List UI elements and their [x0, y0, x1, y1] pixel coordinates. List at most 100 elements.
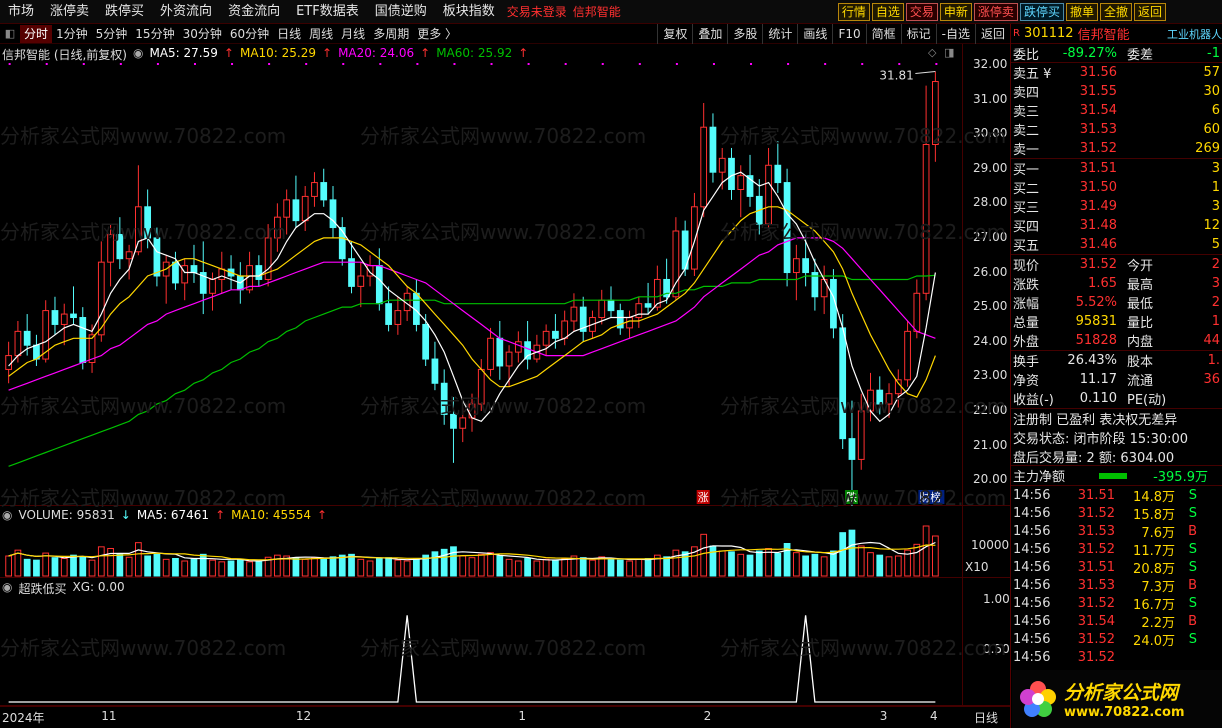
volume-bar — [607, 558, 615, 577]
tool-button-0[interactable]: 复权 — [657, 24, 692, 44]
candle — [218, 251, 226, 294]
indicator-axis: 1.00 0.50 — [962, 578, 1010, 705]
period-tab-5[interactable]: 60分钟 — [226, 25, 273, 43]
menu-sector-index[interactable]: 板块指数 — [435, 0, 503, 24]
asks-label: 卖一 — [1013, 143, 1040, 158]
login-status[interactable]: 交易未登录 — [507, 3, 567, 20]
period-label[interactable]: 日线 — [974, 709, 998, 726]
volume-bar — [357, 558, 365, 577]
bids-row[interactable]: 买五 31.46 5 — [1011, 235, 1222, 254]
ma60-line — [8, 274, 936, 467]
menu-etf-table[interactable]: ETF数据表 — [288, 0, 367, 24]
menu-reverse-repo[interactable]: 国债逆购 — [367, 0, 435, 24]
candle — [514, 331, 522, 363]
volume-bar — [561, 558, 569, 577]
volume-bar — [922, 525, 930, 577]
top-button-5[interactable]: 跌停买 — [1019, 3, 1064, 21]
tick-volume: 2.2万 — [1141, 615, 1175, 631]
candle — [153, 227, 161, 287]
period-tab-4[interactable]: 30分钟 — [179, 25, 226, 43]
tool-button-7[interactable]: 标记 — [900, 24, 936, 44]
panel-settings-icon[interactable]: ◉ — [2, 508, 12, 522]
indicator-panel[interactable]: ◉ 超跌低买 XG: 0.00 1.00 0.50 — [0, 578, 1010, 706]
stock-category[interactable]: 工业机器人 — [1167, 26, 1222, 42]
stats-label2: 最低 — [1127, 297, 1154, 312]
period-tab-8[interactable]: 月线 — [337, 25, 369, 43]
period-tab-3[interactable]: 15分钟 — [131, 25, 178, 43]
top-button-0[interactable]: 行情 — [837, 3, 870, 21]
menu-foreign-flow[interactable]: 外资流向 — [152, 0, 220, 24]
candle — [728, 147, 735, 200]
volume-bar — [218, 561, 226, 577]
volume-bar — [440, 548, 448, 577]
period-tab-0[interactable]: 分时 — [20, 24, 53, 43]
menu-limit-down-buy[interactable]: 跌停买 — [97, 0, 152, 24]
tool-button-6[interactable]: 简框 — [865, 24, 901, 44]
volume-legend: ◉ VOLUME: 95831 ↓ MA5: 67461 ↑ MA10: 45554… — [2, 508, 327, 522]
asks-row[interactable]: 卖三 31.54 6 — [1011, 101, 1222, 120]
period-tab-1[interactable]: 1分钟 — [52, 25, 92, 43]
signal-dot — [119, 63, 122, 65]
period-tab-9[interactable]: 多周期 — [369, 25, 413, 43]
candle — [755, 179, 763, 235]
settings-icon[interactable]: ◉ — [133, 46, 143, 63]
asks-row[interactable]: 卖二 31.53 60 — [1011, 120, 1222, 139]
volume-bar — [209, 559, 216, 577]
menu-market[interactable]: 市场 — [0, 0, 42, 24]
tick-list: 14:56 31.51 14.8万 S 14:56 31.52 15.8万 S 14:56 31.… — [1011, 486, 1222, 666]
indicator-settings-icon[interactable]: ◉ — [2, 580, 12, 597]
tick-price: 31.52 — [1077, 649, 1115, 665]
indicator-chart[interactable] — [0, 578, 1010, 706]
period-tab-6[interactable]: 日线 — [273, 25, 305, 43]
diamond-icon[interactable]: ◇ — [928, 46, 937, 59]
bids-row[interactable]: 买三 31.49 3 — [1011, 197, 1222, 216]
tool-button-2[interactable]: 多股 — [727, 24, 762, 44]
volume-panel[interactable]: ◉ VOLUME: 95831 ↓ MA5: 67461 ↑ MA10: 45554… — [0, 506, 1010, 578]
period-tab-2[interactable]: 5分钟 — [92, 25, 132, 43]
top-button-1[interactable]: 自选 — [871, 3, 904, 21]
asks-row[interactable]: 卖四 31.55 30 — [1011, 82, 1222, 101]
top-button-4[interactable]: 涨停卖 — [973, 3, 1018, 21]
top-button-2[interactable]: 交易 — [905, 3, 938, 21]
candle — [496, 320, 504, 380]
menu-limit-up-sell[interactable]: 涨停卖 — [42, 0, 97, 24]
period-tab-10[interactable]: 更多 〉 — [413, 25, 461, 43]
kline-chart[interactable]: 31.81←18.60涨跌财榜◇◨ — [0, 44, 1010, 506]
layout-icon[interactable]: ◧ — [0, 27, 20, 40]
volume-bar — [348, 553, 355, 577]
tick-direction: S — [1188, 559, 1197, 575]
bids-row[interactable]: 买一 31.51 3 — [1011, 159, 1222, 178]
menu-capital-flow[interactable]: 资金流向 — [220, 0, 288, 24]
top-button-6[interactable]: 撤单 — [1065, 3, 1098, 21]
tool-button-9[interactable]: 返回 — [974, 24, 1010, 44]
period-toolbar: ◧ 分时 1分钟 5分钟 15分钟 30分钟 60分钟 日线 周线 月线 多周期 更多 〉 复权 叠加… — [0, 24, 1010, 44]
candle — [700, 102, 708, 218]
top-button-8[interactable]: 返回 — [1133, 3, 1166, 21]
top-button-7[interactable]: 全撤 — [1099, 3, 1132, 21]
stats-label2: 内盘 — [1127, 335, 1154, 350]
tick-volume: 24.0万 — [1133, 633, 1175, 649]
volume-bar — [97, 546, 105, 577]
tool-button-5[interactable]: F10 — [832, 24, 865, 44]
trading-app: 市场 涨停卖 跌停买 外资流向 资金流向 ETF数据表 国债逆购 板块指数 交易… — [0, 0, 1222, 728]
tool-button-8[interactable]: -自选 — [935, 24, 975, 44]
volume-bar — [116, 553, 124, 577]
asks-row[interactable]: 卖一 31.52 269 — [1011, 139, 1222, 158]
tool-button-3[interactable]: 统计 — [762, 24, 797, 44]
tool-button-4[interactable]: 画线 — [797, 24, 832, 44]
volume-bar — [255, 560, 263, 577]
bids-row[interactable]: 买二 31.50 1 — [1011, 178, 1222, 197]
bids-row[interactable]: 买四 31.48 12 — [1011, 216, 1222, 235]
bids-price: 31.51 — [1079, 161, 1117, 176]
kline-legend: 信邦智能 (日线,前复权) ◉ MA5: 27.59 ↑ MA10: 25.29 ↑… — [2, 46, 528, 63]
kline-panel[interactable]: 信邦智能 (日线,前复权) ◉ MA5: 27.59 ↑ MA10: 25.29 ↑… — [0, 44, 1010, 506]
top-button-3[interactable]: 申新 — [939, 3, 972, 21]
indicator-y2: 0.50 — [983, 642, 1010, 656]
candle — [431, 341, 439, 391]
asks-row[interactable]: 卖五 ¥ 31.56 57 — [1011, 63, 1222, 82]
volume-bar — [931, 535, 939, 577]
tool-button-1[interactable]: 叠加 — [692, 24, 727, 44]
period-tab-7[interactable]: 周线 — [305, 25, 337, 43]
expand-icon[interactable]: ◨ — [944, 46, 954, 59]
volume-bar — [246, 561, 253, 577]
